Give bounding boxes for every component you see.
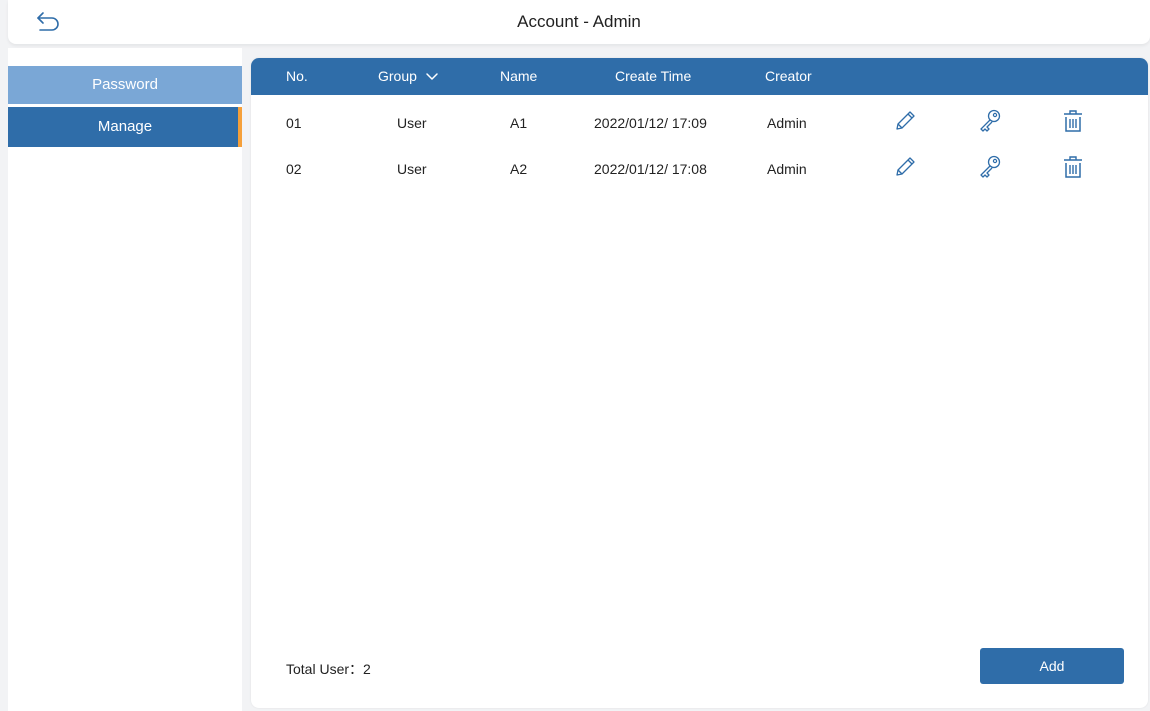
trash-icon xyxy=(1064,156,1082,178)
active-indicator xyxy=(238,107,242,147)
top-bar: Account - Admin xyxy=(8,0,1150,44)
column-header-no: No. xyxy=(286,68,308,84)
edit-button[interactable] xyxy=(892,154,918,180)
user-table-panel: No. Group Name Create Time Creator 01 Us… xyxy=(251,58,1148,708)
sidebar: Password Manage xyxy=(8,48,242,711)
page-title: Account - Admin xyxy=(517,12,641,31)
table-row: 02 User A2 2022/01/12/ 17:08 Admin xyxy=(251,141,1148,187)
key-icon xyxy=(980,155,1001,178)
cell-no: 01 xyxy=(286,115,302,131)
cell-no: 02 xyxy=(286,161,302,177)
delete-button[interactable] xyxy=(1060,108,1086,134)
column-header-creator: Creator xyxy=(765,68,812,84)
cell-creator: Admin xyxy=(767,115,807,131)
trash-icon xyxy=(1064,110,1082,132)
group-filter-dropdown[interactable]: Group xyxy=(378,68,439,84)
reset-password-button[interactable] xyxy=(977,154,1003,180)
edit-pencil-icon xyxy=(896,157,915,176)
edit-pencil-icon xyxy=(896,111,915,130)
chevron-down-icon xyxy=(426,73,438,81)
total-user-count: Total User：2 xyxy=(286,661,371,677)
table-row: 01 User A1 2022/01/12/ 17:09 Admin xyxy=(251,95,1148,141)
delete-button[interactable] xyxy=(1060,154,1086,180)
key-icon xyxy=(980,109,1001,132)
reset-password-button[interactable] xyxy=(977,108,1003,134)
cell-creator: Admin xyxy=(767,161,807,177)
cell-name: A1 xyxy=(510,115,528,131)
cell-group: User xyxy=(397,115,427,131)
edit-button[interactable] xyxy=(892,108,918,134)
cell-group: User xyxy=(397,161,427,177)
cell-create-time: 2022/01/12/ 17:08 xyxy=(594,161,707,177)
cell-name: A2 xyxy=(510,161,528,177)
sidebar-item-manage[interactable]: Manage xyxy=(8,107,242,147)
column-header-name: Name xyxy=(500,68,538,84)
sidebar-item-label: Manage xyxy=(97,118,153,135)
add-user-button[interactable]: Add xyxy=(980,648,1124,684)
column-header-create-time: Create Time xyxy=(615,68,692,84)
sidebar-item-label: Password xyxy=(92,76,158,93)
cell-create-time: 2022/01/12/ 17:09 xyxy=(594,115,707,131)
table-header: No. Group Name Create Time Creator xyxy=(251,58,1148,95)
column-header-group: Group xyxy=(378,68,417,84)
sidebar-item-password[interactable]: Password xyxy=(8,66,242,104)
